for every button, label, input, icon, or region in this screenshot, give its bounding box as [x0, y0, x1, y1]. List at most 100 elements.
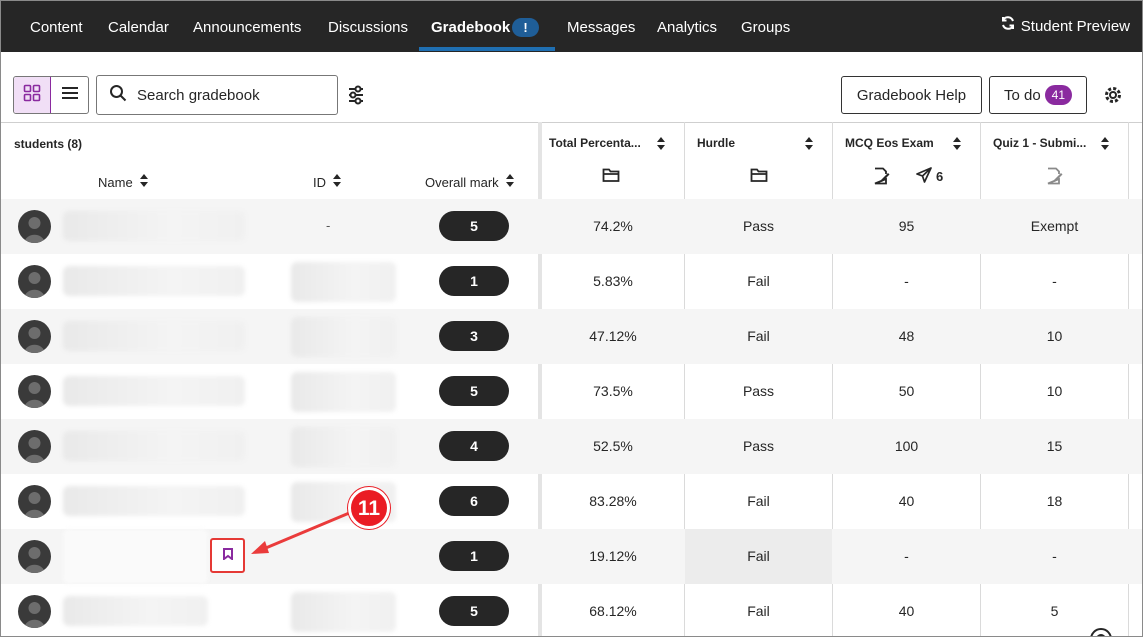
tab-discussions[interactable]: Discussions — [328, 1, 408, 52]
callout-number-badge: 11 — [348, 487, 390, 529]
redacted-student-id — [291, 317, 396, 357]
column-header-hurdle[interactable]: Hurdle — [697, 136, 735, 150]
column-header-quiz-1[interactable]: Quiz 1 - Submi... — [993, 136, 1086, 150]
gear-icon[interactable] — [1103, 85, 1123, 110]
grade-cell[interactable]: - — [981, 548, 1128, 564]
refresh-icon — [1000, 1, 1016, 54]
grade-cell[interactable]: 95 — [833, 218, 980, 234]
redacted-student-name — [63, 376, 245, 406]
grade-cell[interactable]: 5.83% — [542, 273, 684, 289]
redacted-student-name — [63, 529, 208, 584]
table-row[interactable]: 3 47.12% Fail 48 10 — [1, 309, 1142, 364]
list-view-icon — [61, 85, 79, 106]
grade-cell[interactable]: Fail — [685, 493, 832, 509]
tab-announcements[interactable]: Announcements — [193, 1, 301, 52]
grade-cell[interactable]: Pass — [685, 383, 832, 399]
grade-cell[interactable]: 50 — [833, 383, 980, 399]
table-row[interactable]: 5 68.12% Fail 40 5 — [1, 584, 1142, 636]
grade-cell[interactable]: - — [833, 273, 980, 289]
table-row[interactable]: 5 73.5% Pass 50 10 — [1, 364, 1142, 419]
overall-mark-pill[interactable]: 5 — [439, 376, 509, 406]
list-view-button[interactable] — [51, 77, 88, 113]
grade-cell[interactable]: 19.12% — [542, 548, 684, 564]
grade-cell[interactable]: 18 — [981, 493, 1128, 509]
grade-cell[interactable]: 68.12% — [542, 603, 684, 619]
redacted-student-id — [291, 262, 396, 302]
sort-icon[interactable] — [804, 137, 814, 155]
grade-cell-selected[interactable]: Fail — [685, 529, 832, 584]
id-sort-header[interactable]: ID — [313, 174, 342, 190]
overall-mark-pill[interactable]: 4 — [439, 431, 509, 461]
name-sort-header[interactable]: Name — [98, 174, 149, 190]
grade-cell[interactable]: 74.2% — [542, 218, 684, 234]
overall-mark-pill[interactable]: 3 — [439, 321, 509, 351]
search-box — [96, 75, 338, 115]
redacted-student-name — [63, 431, 245, 461]
table-row[interactable]: 1 5.83% Fail - - — [1, 254, 1142, 309]
top-navigation: Content Calendar Announcements Discussio… — [1, 1, 1142, 52]
overall-mark-pill[interactable]: 5 — [439, 211, 509, 241]
grade-cell[interactable]: 83.28% — [542, 493, 684, 509]
sort-icon[interactable] — [952, 137, 962, 155]
grade-cell[interactable]: 5 — [981, 603, 1128, 619]
grade-cell[interactable]: Fail — [685, 273, 832, 289]
grade-cell[interactable]: - — [833, 548, 980, 564]
grade-cell[interactable]: Pass — [685, 218, 832, 234]
grade-cell[interactable]: 10 — [981, 328, 1128, 344]
grade-cell[interactable]: - — [981, 273, 1128, 289]
grade-cell[interactable]: 15 — [981, 438, 1128, 454]
grade-cell[interactable]: 40 — [833, 603, 980, 619]
grade-cell[interactable]: 100 — [833, 438, 980, 454]
tab-gradebook[interactable]: Gradebook — [431, 1, 510, 52]
table-row[interactable]: 6 83.28% Fail 40 18 — [1, 474, 1142, 529]
grade-cell[interactable]: 10 — [981, 383, 1128, 399]
avatar — [18, 375, 51, 408]
students-header: students (8) — [14, 137, 83, 151]
gradebook-help-button[interactable]: Gradebook Help — [841, 76, 982, 114]
tab-groups[interactable]: Groups — [741, 1, 790, 52]
redacted-student-id — [291, 372, 396, 412]
column-header-total-percentage[interactable]: Total Percenta... — [549, 136, 641, 150]
tab-content[interactable]: Content — [30, 1, 83, 52]
table-row[interactable]: - 5 74.2% Pass 95 Exempt — [1, 199, 1142, 254]
tab-analytics[interactable]: Analytics — [657, 1, 717, 52]
accommodation-flag-button[interactable] — [210, 538, 245, 573]
table-row[interactable]: 1 19.12% Fail - - — [1, 529, 1142, 584]
overall-mark-pill[interactable]: 6 — [439, 486, 509, 516]
grade-cell[interactable]: Exempt — [981, 218, 1128, 234]
tab-messages[interactable]: Messages — [567, 1, 635, 52]
sort-icon[interactable] — [1100, 137, 1110, 155]
overall-mark-pill[interactable]: 1 — [439, 541, 509, 571]
help-circle-icon[interactable] — [1088, 626, 1114, 636]
view-toggle — [13, 76, 89, 114]
grade-cell[interactable]: Fail — [685, 603, 832, 619]
grid-view-icon — [23, 84, 41, 107]
app-window: Content Calendar Announcements Discussio… — [0, 0, 1143, 637]
search-input[interactable] — [137, 86, 327, 104]
overall-mark-pill[interactable]: 1 — [439, 266, 509, 296]
avatar — [18, 595, 51, 628]
grade-cell[interactable]: Fail — [685, 328, 832, 344]
grade-cell[interactable]: 73.5% — [542, 383, 684, 399]
filter-sliders-icon[interactable] — [346, 85, 366, 105]
student-preview-label: Student Preview — [1020, 18, 1130, 35]
redacted-student-name — [63, 321, 245, 351]
column-header-mcq-exam[interactable]: MCQ Eos Exam — [845, 136, 934, 150]
grade-cell[interactable]: 47.12% — [542, 328, 684, 344]
avatar — [18, 210, 51, 243]
grade-cell[interactable]: Pass — [685, 438, 832, 454]
avatar — [18, 430, 51, 463]
search-icon — [109, 84, 127, 107]
grid-view-button[interactable] — [14, 77, 52, 113]
student-preview-button[interactable]: Student Preview — [1000, 1, 1130, 52]
sort-icon[interactable] — [656, 137, 666, 155]
table-row[interactable]: 4 52.5% Pass 100 15 — [1, 419, 1142, 474]
overall-mark-pill[interactable]: 5 — [439, 596, 509, 626]
overall-mark-sort-header[interactable]: Overall mark — [425, 174, 515, 190]
grade-cell[interactable]: 48 — [833, 328, 980, 344]
todo-button[interactable]: To do 41 — [989, 76, 1087, 114]
grade-cell[interactable]: 52.5% — [542, 438, 684, 454]
tab-calendar[interactable]: Calendar — [108, 1, 169, 52]
grid-top-border — [1, 122, 1142, 123]
grade-cell[interactable]: 40 — [833, 493, 980, 509]
